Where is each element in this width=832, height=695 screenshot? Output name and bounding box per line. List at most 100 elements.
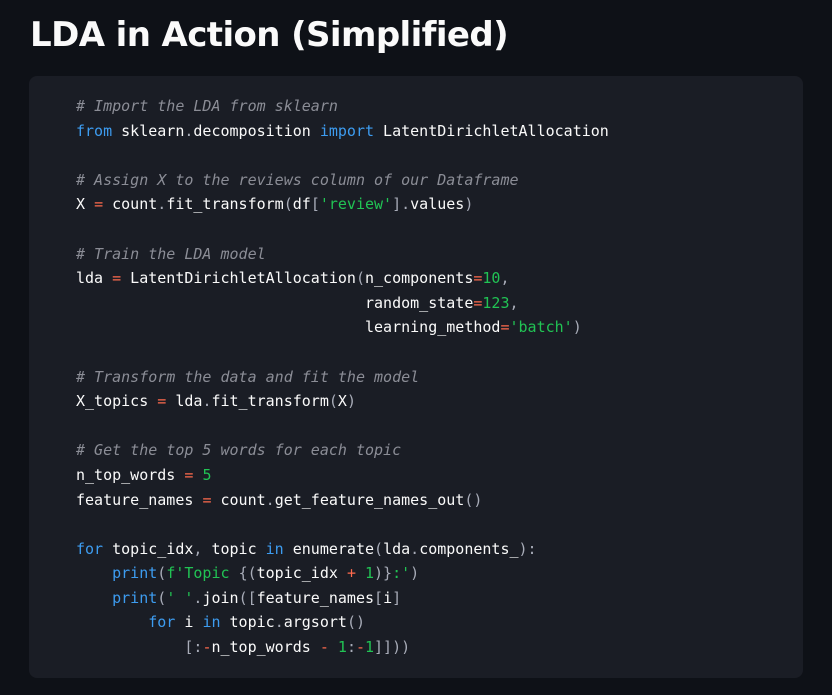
code-line: # Assign X to the reviews column of our … <box>76 168 609 193</box>
code-token-name: LatentDirichletAllocation <box>121 269 356 288</box>
code-token-name: lda <box>166 392 203 411</box>
code-token-name: feature_names <box>76 490 203 509</box>
code-token-keyword: for <box>76 539 104 558</box>
code-line: ​ <box>76 143 609 168</box>
code-token-punct: . <box>274 613 284 632</box>
code-line: X = count.fit_transform(df['review'].val… <box>76 192 609 217</box>
code-token-string: f'Topic <box>166 564 239 583</box>
code-token-operator: - <box>319 638 329 657</box>
code-token-punct: : <box>346 638 356 657</box>
code-token-name <box>76 613 148 631</box>
code-token-name: fit_transform <box>211 392 329 411</box>
code-token-name: sklearn <box>112 121 185 140</box>
code-token-name: argsort <box>283 613 347 632</box>
code-token-string: :' <box>392 564 411 583</box>
code-token-name: components_ <box>419 539 519 558</box>
code-content: # Import the LDA from sklearn from sklear… <box>76 94 609 660</box>
code-token-keyword: in <box>202 613 221 632</box>
code-token-name: lda <box>76 269 113 288</box>
code-token-string: 'batch' <box>509 318 573 337</box>
code-token-punct: [ <box>374 588 384 607</box>
code-token-punct: ): <box>518 539 537 558</box>
code-line: ​ <box>76 414 609 439</box>
code-line: ​ <box>76 340 609 365</box>
code-token-punct: . <box>265 490 275 509</box>
code-line: for topic_idx, topic in enumerate(lda.co… <box>76 537 609 562</box>
code-token-number: 1 <box>337 638 347 657</box>
code-token-punct: ( <box>328 392 338 411</box>
code-token-punct: ( <box>157 588 167 607</box>
code-token-number: 1 <box>365 638 375 657</box>
code-token-name: count <box>103 195 158 214</box>
code-token-name: topic_idx <box>256 564 347 583</box>
code-token-name: enumerate <box>283 539 375 558</box>
code-line: feature_names = count.get_feature_names_… <box>76 488 609 513</box>
code-token-name: topic <box>202 539 266 558</box>
code-token-name <box>76 589 112 607</box>
code-token-punct: () <box>346 613 365 632</box>
code-token-punct: . <box>157 195 167 214</box>
code-token-name: fit_transform <box>166 195 284 214</box>
code-token-punct: , <box>509 293 519 312</box>
code-token-punct: [ <box>310 195 320 214</box>
code-token-operator: = <box>94 195 104 214</box>
code-line: n_top_words = 5 <box>76 463 609 488</box>
code-token-name: count <box>211 490 266 509</box>
code-token-number: 10 <box>482 269 501 288</box>
code-token-name: values <box>410 195 465 214</box>
code-token-punct: ]])) <box>374 638 411 657</box>
code-line: [:-n_top_words - 1:-1]])) <box>76 635 609 660</box>
code-token-comment: # Get the top 5 words for each topic <box>76 441 402 460</box>
code-token-punct: ([ <box>238 588 257 607</box>
code-line: # Import the LDA from sklearn <box>76 94 609 119</box>
code-token-comment: # Assign X to the reviews column of our … <box>76 170 519 189</box>
code-token-builtin: print <box>112 588 158 607</box>
code-line: print(' '.join([feature_names[i] <box>76 586 609 611</box>
code-line: ​ <box>76 512 609 537</box>
code-line: lda = LatentDirichletAllocation(n_compon… <box>76 266 609 291</box>
code-token-punct: ( <box>374 539 384 558</box>
code-line: for i in topic.argsort() <box>76 610 609 635</box>
code-token-punct: . <box>410 539 420 558</box>
code-token-comment: # Import the LDA from sklearn <box>76 97 338 115</box>
code-token-punct: ] <box>392 588 402 607</box>
code-line: X_topics = lda.fit_transform(X) <box>76 389 609 414</box>
code-token-comment: # Transform the data and fit the model <box>76 367 420 386</box>
code-token-string: ' ' <box>166 588 194 607</box>
code-token-punct: ( <box>283 195 293 214</box>
code-token-name <box>329 638 338 656</box>
code-token-name: X <box>76 195 95 214</box>
page: LDA in Action (Simplified) # Import the … <box>0 0 832 695</box>
code-token-operator: + <box>346 564 356 583</box>
code-token-name: decomposition <box>193 121 320 140</box>
code-token-punct: , <box>500 269 510 288</box>
code-token-name: lda <box>383 539 411 558</box>
code-token-name: df <box>292 195 311 214</box>
code-token-punct: [: <box>184 638 203 657</box>
code-token-name: feature_names <box>256 588 375 607</box>
code-token-name: topic_idx <box>103 539 194 558</box>
code-token-punct: {( <box>238 564 257 583</box>
code-token-keyword: for <box>148 613 176 632</box>
code-token-operator: = <box>112 269 122 288</box>
code-token-name: random_state <box>364 293 474 312</box>
code-token-string: 'review' <box>319 195 393 214</box>
code-line: learning_method='batch') <box>76 315 609 340</box>
code-token-name: learning_method <box>364 318 501 337</box>
code-token-punct: ( <box>157 564 167 583</box>
code-token-name <box>76 294 365 312</box>
code-line: print(f'Topic {(topic_idx + 1)}:') <box>76 561 609 586</box>
code-token-name: LatentDirichletAllocation <box>374 121 609 140</box>
code-token-punct: ) <box>572 318 582 337</box>
code-token-punct: ) <box>346 392 356 411</box>
code-line: random_state=123, <box>76 291 609 316</box>
code-token-comment: # Train the LDA model <box>76 244 266 263</box>
code-token-number: 5 <box>202 465 212 484</box>
code-token-name: X <box>337 392 347 411</box>
code-token-name: join <box>202 588 239 607</box>
code-token-name: X_topics <box>76 392 158 411</box>
code-token-name: n_top_words <box>76 465 185 484</box>
code-token-punct: ) <box>410 564 420 583</box>
code-token-punct: ) <box>464 195 474 214</box>
code-token-number: 1 <box>365 564 375 583</box>
